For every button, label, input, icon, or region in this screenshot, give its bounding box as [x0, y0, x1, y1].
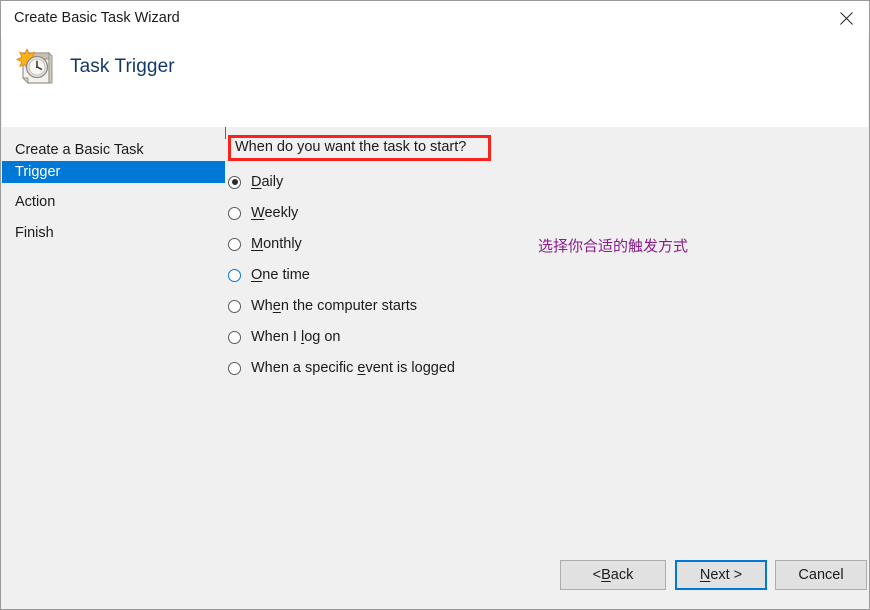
- radio-mark-when-specific-event-logged: [228, 361, 241, 375]
- radio-label-when-i-log-on: When I log on: [251, 329, 341, 345]
- radio-option-daily[interactable]: Daily: [228, 172, 283, 192]
- sidebar-item-create-a-basic-task[interactable]: Create a Basic Task: [2, 139, 225, 161]
- question-label: When do you want the task to start?: [235, 139, 467, 155]
- radio-option-when-specific-event-logged[interactable]: When a specific event is logged: [228, 358, 455, 378]
- radio-mark-when-i-log-on: [228, 330, 241, 344]
- wizard-header: Task Trigger: [2, 37, 868, 127]
- radio-label-when-specific-event-logged: When a specific event is logged: [251, 360, 455, 376]
- radio-mark-when-computer-starts: [228, 299, 241, 313]
- sidebar-item-action[interactable]: Action: [2, 191, 225, 213]
- wizard-main-pane: 选择你合适的触发方式 When do you want the task to …: [225, 127, 868, 608]
- radio-mark-daily: [228, 175, 241, 189]
- dialog-footer: < Back Next > Cancel: [2, 546, 868, 608]
- sidebar-item-trigger[interactable]: Trigger: [2, 161, 225, 183]
- back-button[interactable]: < Back: [560, 560, 666, 590]
- title-bar: Create Basic Task Wizard: [1, 1, 869, 37]
- cancel-button[interactable]: Cancel: [775, 560, 867, 590]
- wizard-step-sidebar: Create a Basic Task Trigger Action Finis…: [2, 127, 225, 608]
- next-button[interactable]: Next >: [675, 560, 767, 590]
- annotation-note-text: 选择你合适的触发方式: [538, 238, 689, 255]
- sidebar-item-finish[interactable]: Finish: [2, 222, 225, 244]
- radio-option-monthly[interactable]: Monthly: [228, 234, 302, 254]
- wizard-body: Create a Basic Task Trigger Action Finis…: [2, 127, 868, 608]
- radio-option-when-computer-starts[interactable]: When the computer starts: [228, 296, 417, 316]
- radio-option-when-i-log-on[interactable]: When I log on: [228, 327, 341, 347]
- task-calendar-clock-icon: [15, 45, 59, 89]
- radio-mark-one-time: [228, 268, 241, 282]
- radio-label-daily: Daily: [251, 174, 284, 190]
- radio-option-one-time[interactable]: One time: [228, 265, 310, 285]
- radio-label-weekly: Weekly: [251, 205, 299, 221]
- radio-label-when-computer-starts: When the computer starts: [251, 298, 418, 314]
- radio-mark-monthly: [228, 237, 241, 251]
- window-title: Create Basic Task Wizard: [14, 10, 180, 26]
- page-title: Task Trigger: [70, 56, 175, 77]
- radio-label-one-time: One time: [251, 267, 310, 283]
- create-basic-task-wizard-window: Create Basic Task Wizard Task Trigger Cr…: [0, 0, 870, 610]
- radio-option-weekly[interactable]: Weekly: [228, 203, 298, 223]
- radio-mark-weekly: [228, 206, 241, 220]
- close-icon: [839, 11, 854, 26]
- radio-label-monthly: Monthly: [251, 236, 302, 252]
- close-button[interactable]: [823, 1, 869, 35]
